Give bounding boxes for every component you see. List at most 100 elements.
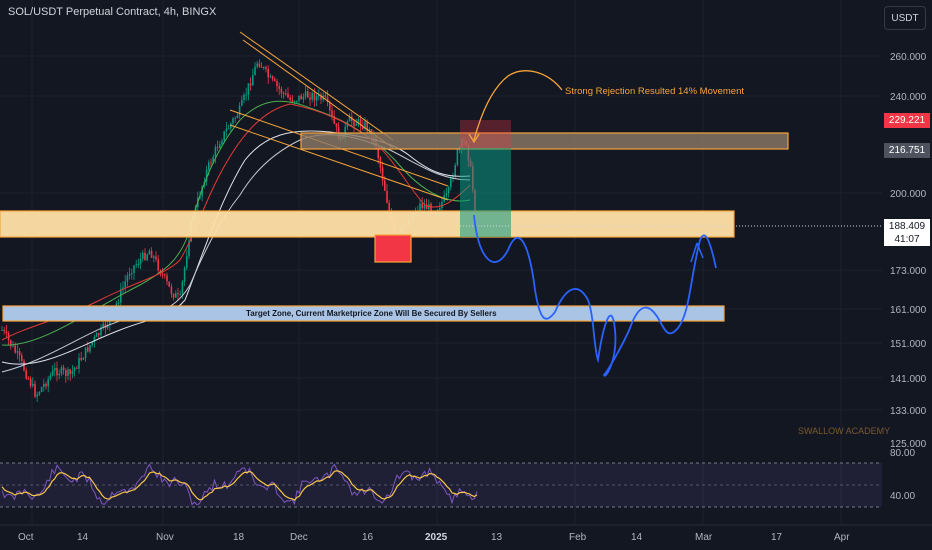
- candle-body: [291, 99, 294, 103]
- time-tick: Mar: [695, 532, 713, 543]
- candle-body: [335, 123, 338, 127]
- candle-body: [139, 258, 142, 265]
- candle-body: [307, 91, 309, 98]
- candle-body: [309, 97, 311, 100]
- candle-body: [146, 254, 148, 260]
- time-tick: Oct: [18, 532, 34, 543]
- candle-body: [131, 273, 133, 275]
- candle-body: [324, 95, 327, 97]
- candle-body: [177, 293, 179, 295]
- candle-body: [186, 256, 188, 268]
- candle-body: [155, 256, 157, 260]
- candle-body: [12, 345, 14, 347]
- candle-body: [208, 162, 210, 170]
- descending-channel: [229, 31, 449, 201]
- candle-body: [278, 86, 280, 89]
- price-tick: 133.000: [890, 406, 927, 417]
- candle-body: [82, 358, 85, 360]
- candle-body: [148, 250, 151, 255]
- time-tick: 14: [77, 532, 89, 543]
- time-tick: 2025: [425, 532, 448, 543]
- candle-body: [98, 333, 100, 336]
- time-axis[interactable]: Oct 14 Nov 18 Dec 16 2025 13 Feb 14 Mar …: [0, 524, 932, 543]
- candle-body: [221, 140, 223, 145]
- candle-body: [236, 115, 239, 118]
- candle-body: [172, 293, 175, 298]
- candle-body: [450, 178, 452, 188]
- candle-body: [170, 286, 173, 294]
- candle-body: [38, 392, 41, 395]
- candle-body: [36, 394, 38, 397]
- candle-body: [260, 66, 263, 68]
- candle-body: [71, 370, 74, 375]
- rsi-pane: [0, 462, 882, 508]
- candle-body: [331, 110, 333, 117]
- time-tick: 14: [631, 532, 643, 543]
- candle-body: [388, 202, 390, 211]
- candle-body: [1, 329, 3, 331]
- candle-body: [3, 329, 5, 332]
- candle-body: [133, 265, 135, 274]
- candle-body: [227, 128, 230, 130]
- rejection-annotation: Strong Rejection Resulted 14% Movement: [565, 86, 745, 97]
- time-tick: Dec: [290, 532, 308, 543]
- price-tick: 200.000: [890, 189, 927, 200]
- candle-body: [254, 66, 256, 76]
- candle-body: [153, 256, 155, 258]
- candle-body: [302, 96, 305, 100]
- candle-body: [76, 367, 78, 369]
- candle-body: [157, 259, 159, 271]
- candle-body: [29, 378, 32, 386]
- candle-body: [62, 367, 65, 371]
- candle-body: [423, 205, 426, 209]
- candle-body: [445, 193, 448, 196]
- candle-body: [124, 281, 126, 288]
- candle-body: [95, 333, 98, 337]
- candle-body: [142, 252, 144, 259]
- candle-body: [353, 121, 355, 126]
- candle-body: [67, 369, 69, 376]
- resistance-zone: [300, 132, 789, 150]
- candle-body: [150, 250, 153, 258]
- candle-body: [65, 370, 67, 376]
- price-tick: 240.000: [890, 92, 927, 103]
- candle-body: [25, 370, 27, 379]
- price-chart[interactable]: 260.000 240.000 200.000 173.000 161.000 …: [0, 0, 932, 550]
- candle-body: [21, 355, 23, 361]
- candle-body: [43, 383, 45, 388]
- candle-body: [181, 281, 184, 294]
- bar-countdown-tag: 41:07: [884, 233, 930, 246]
- candle-body: [58, 373, 60, 376]
- candle-body: [419, 203, 421, 211]
- candle-body: [16, 351, 19, 353]
- candle-body: [168, 281, 170, 287]
- candle-body: [161, 274, 164, 276]
- candle-body: [296, 100, 298, 102]
- candle-body: [243, 94, 245, 101]
- candle-body: [32, 383, 34, 386]
- candle-body: [47, 378, 49, 387]
- candle-body: [219, 144, 221, 149]
- currency-button[interactable]: USDT: [884, 6, 926, 30]
- candle-body: [456, 148, 459, 166]
- candle-body: [73, 367, 76, 371]
- support-box-red: [374, 234, 412, 263]
- candle-body: [271, 76, 274, 80]
- candle-body: [384, 180, 386, 191]
- price-tick: 260.000: [890, 52, 927, 63]
- target-zone-label: Target Zone, Current Marketprice Zone Wi…: [246, 309, 497, 318]
- grid: [0, 0, 882, 525]
- candle-body: [5, 331, 8, 334]
- candle-body: [293, 101, 296, 103]
- candle-body: [287, 93, 289, 98]
- price-tick: 151.000: [890, 339, 927, 350]
- candle-body: [234, 117, 236, 119]
- candle-body: [313, 93, 316, 101]
- candle-body: [89, 344, 91, 352]
- candle-body: [249, 83, 252, 86]
- candle-body: [175, 293, 177, 298]
- time-tick: Nov: [156, 532, 174, 543]
- candle-body: [447, 187, 450, 194]
- candle-body: [40, 387, 43, 393]
- candle-body: [245, 94, 247, 96]
